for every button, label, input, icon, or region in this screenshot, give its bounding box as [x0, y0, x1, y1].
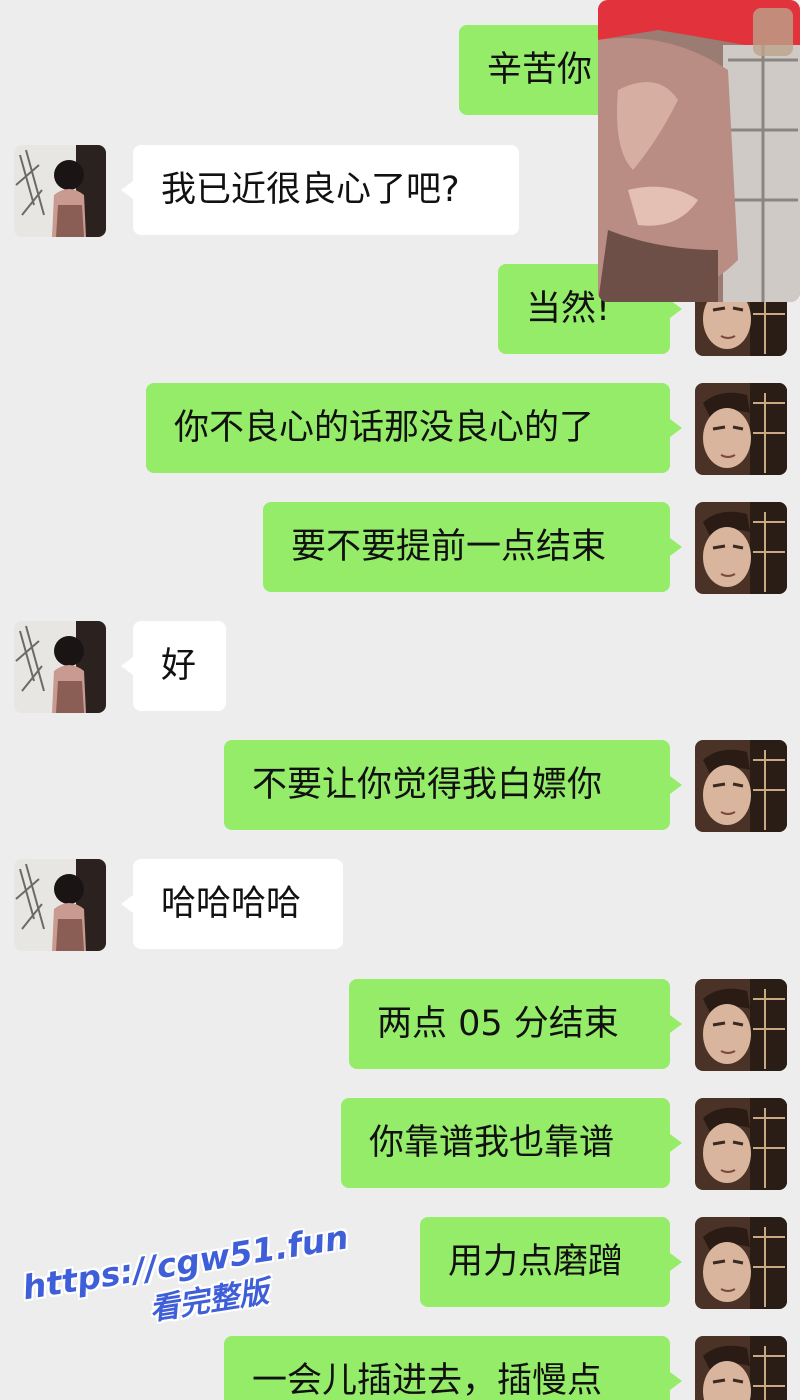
user-avatar[interactable]	[695, 1098, 787, 1190]
user-avatar[interactable]	[695, 383, 787, 475]
message-row: 一会儿插进去，插慢点	[0, 1336, 800, 1400]
message-row: 不要让你觉得我白嫖你	[0, 740, 800, 832]
chat-window: 辛苦你 我已近很良心了吧? 当然! 你不良心的话那没良心的了 要不要提前一点结束…	[0, 0, 800, 1400]
message-row: 要不要提前一点结束	[0, 502, 800, 594]
message-bubble-sent[interactable]: 用力点磨蹭	[420, 1217, 682, 1307]
user-avatar[interactable]	[695, 740, 787, 832]
message-row: 你不良心的话那没良心的了	[0, 383, 800, 475]
message-row: 好	[0, 621, 800, 713]
user-avatar[interactable]	[695, 1217, 787, 1309]
contact-avatar[interactable]	[14, 145, 106, 237]
user-avatar[interactable]	[695, 502, 787, 594]
message-row: 哈哈哈哈	[0, 859, 800, 951]
video-thumbnail-overlay[interactable]	[598, 0, 800, 302]
message-bubble-sent[interactable]: 要不要提前一点结束	[263, 502, 682, 592]
message-bubble-received[interactable]: 好	[121, 621, 226, 711]
contact-avatar[interactable]	[14, 859, 106, 951]
user-avatar[interactable]	[695, 979, 787, 1071]
message-row: 两点 05 分结束	[0, 979, 800, 1071]
message-bubble-sent[interactable]: 两点 05 分结束	[349, 979, 682, 1069]
message-bubble-sent[interactable]: 一会儿插进去，插慢点	[224, 1336, 682, 1400]
message-bubble-sent[interactable]: 你不良心的话那没良心的了	[146, 383, 682, 473]
contact-avatar[interactable]	[14, 621, 106, 713]
user-avatar[interactable]	[695, 1336, 787, 1400]
message-bubble-received[interactable]: 哈哈哈哈	[121, 859, 343, 949]
message-bubble-received[interactable]: 我已近很良心了吧?	[121, 145, 519, 235]
message-bubble-sent[interactable]: 不要让你觉得我白嫖你	[224, 740, 682, 830]
